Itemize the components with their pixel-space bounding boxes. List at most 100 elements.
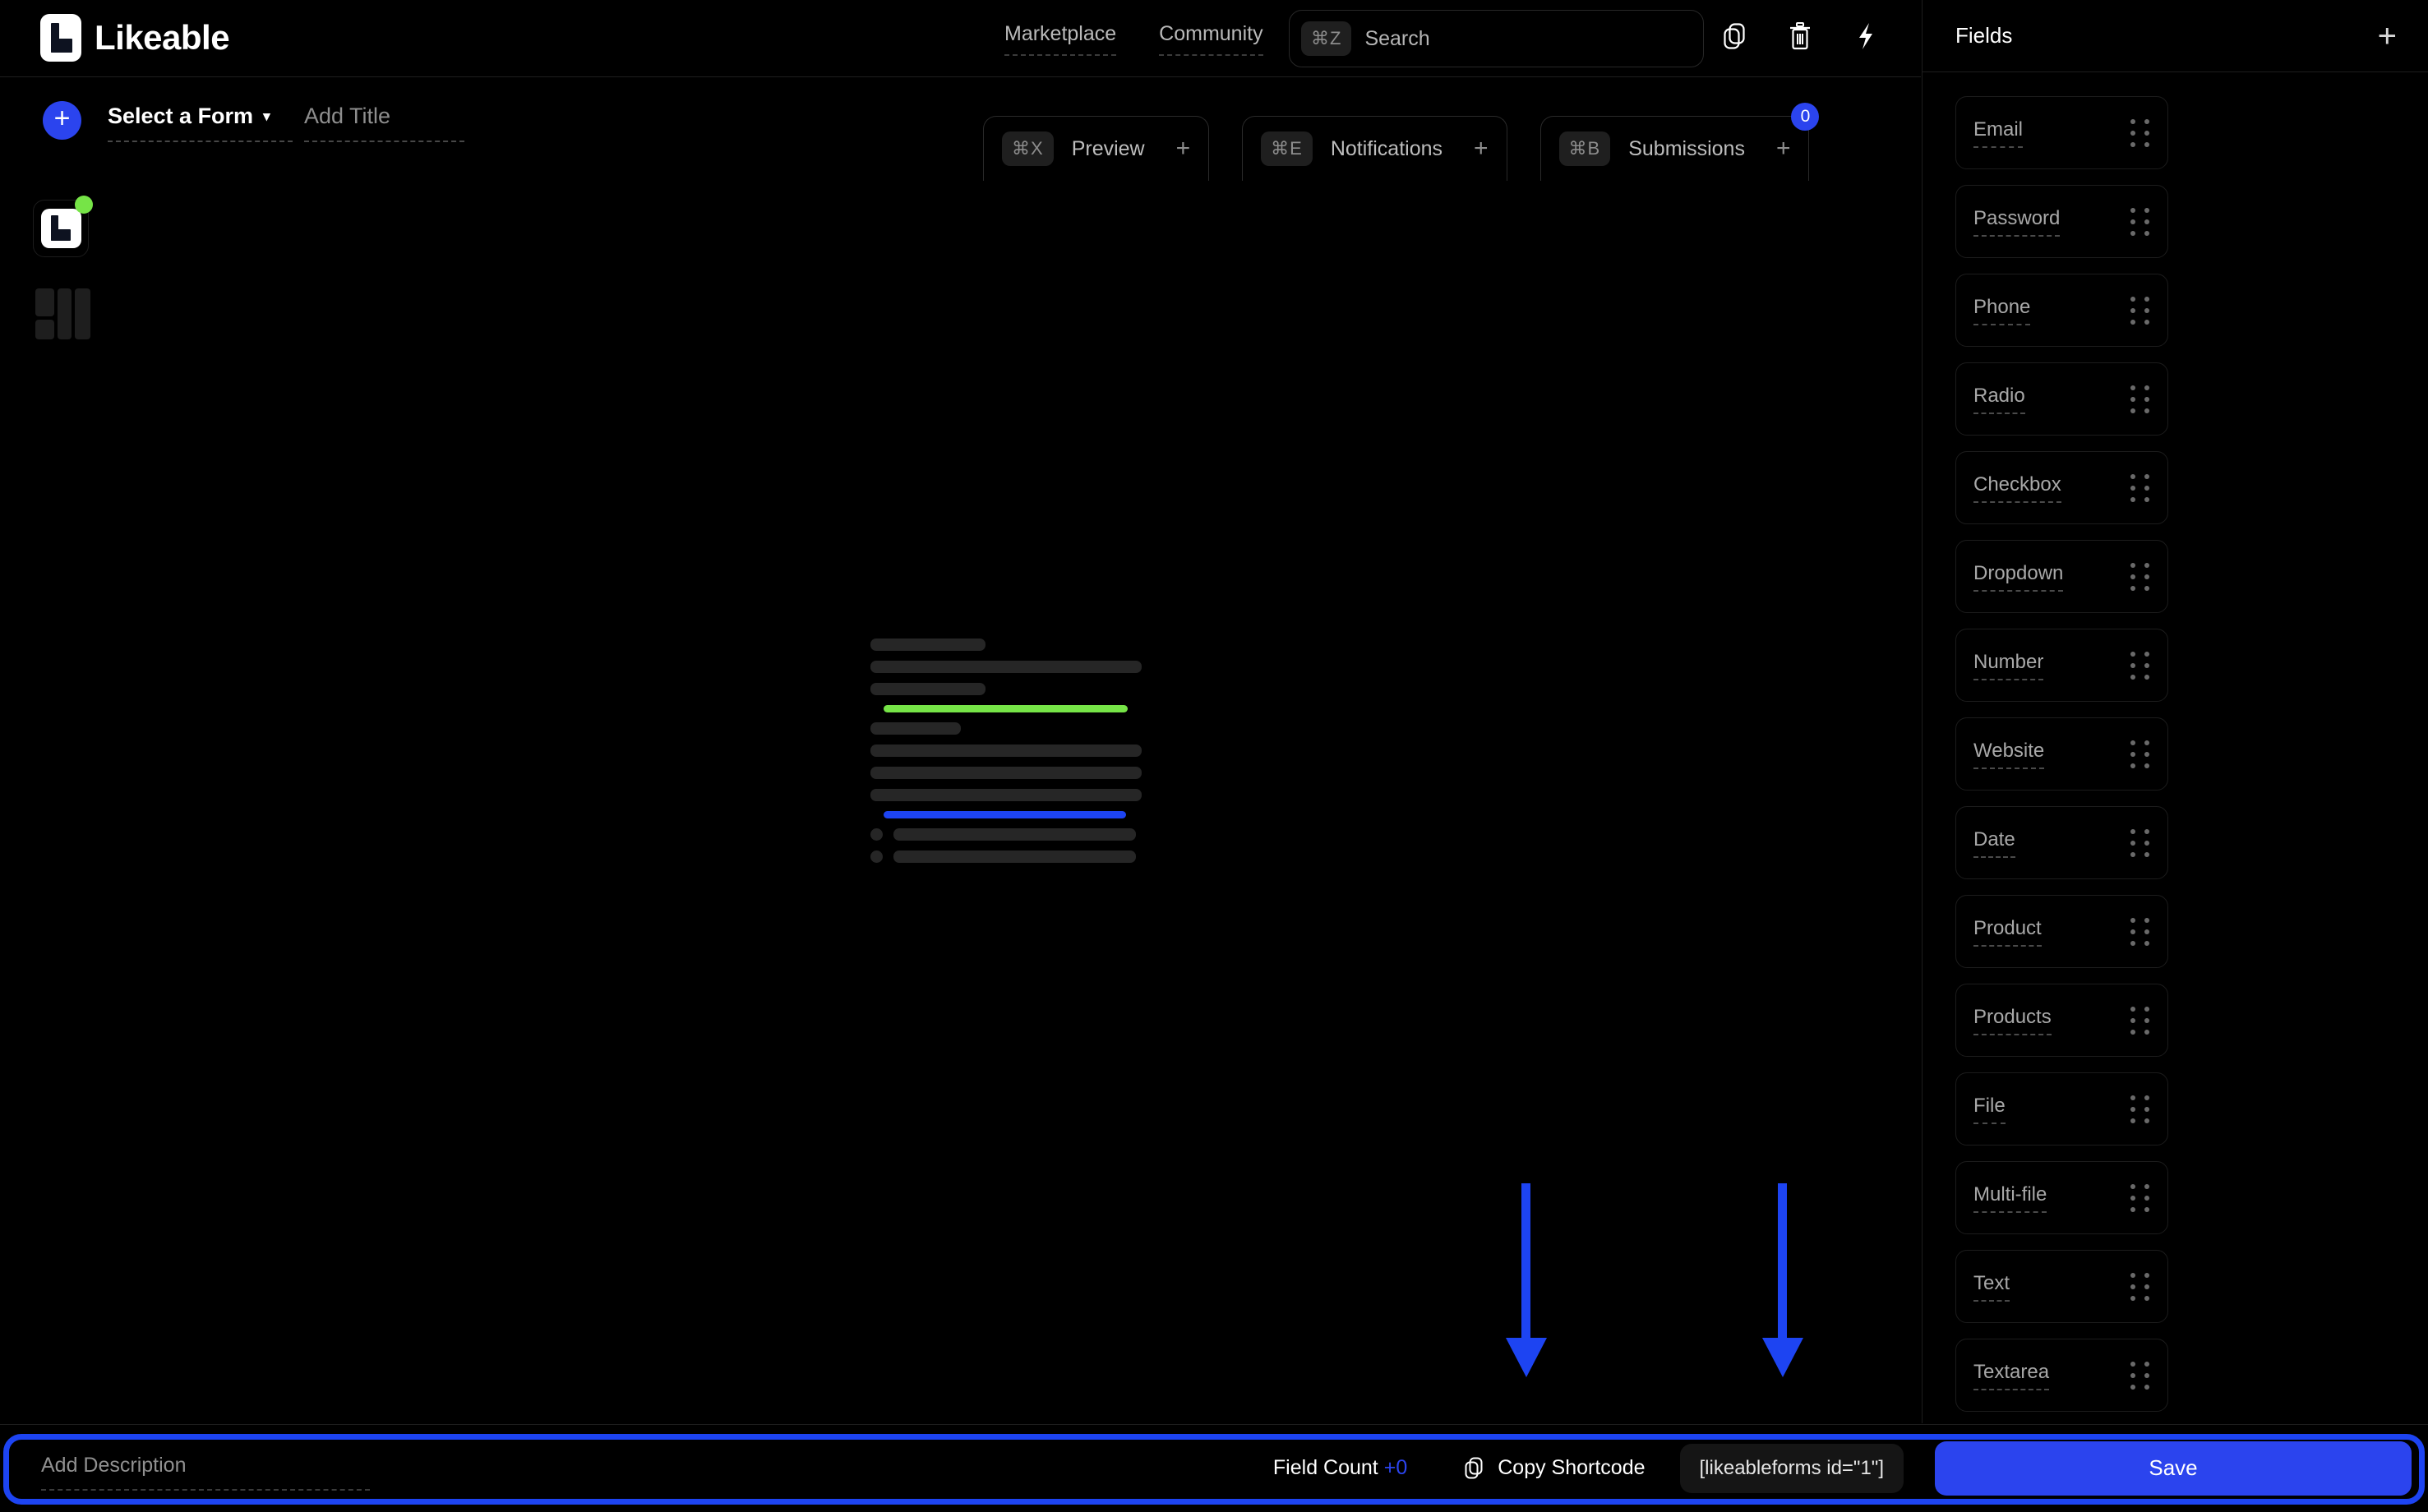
top-icon-group <box>1718 18 1882 54</box>
field-card-email[interactable]: Email <box>1955 96 2168 169</box>
brand-name: Likeable <box>95 18 230 57</box>
form-description-input[interactable]: Add Description <box>41 1454 370 1491</box>
annotation-arrow-to-save <box>1762 1183 1803 1377</box>
field-label: Phone <box>1973 296 2031 325</box>
field-label: Products <box>1973 1006 2052 1035</box>
duplicate-icon[interactable] <box>1718 18 1751 54</box>
nav-item-community[interactable]: Community <box>1159 22 1263 56</box>
field-card-checkbox[interactable]: Checkbox <box>1955 451 2168 524</box>
field-label: Textarea <box>1973 1361 2050 1390</box>
field-label: Text <box>1973 1272 2010 1302</box>
rail-item-layout-grid[interactable] <box>33 285 90 343</box>
rail-item-likeable-logo[interactable] <box>33 196 93 257</box>
field-label: Dropdown <box>1973 562 2064 592</box>
drag-handle-icon[interactable] <box>2130 207 2149 236</box>
tab-submissions-label: Submissions <box>1628 136 1745 160</box>
add-form-button[interactable]: + <box>43 101 81 140</box>
form-select-label: Select a Form <box>108 104 254 128</box>
field-card-password[interactable]: Password <box>1955 185 2168 258</box>
drag-handle-icon[interactable] <box>2130 1183 2149 1212</box>
field-card-number[interactable]: Number <box>1955 629 2168 702</box>
tab-notifications[interactable]: ⌘E Notifications + <box>1242 116 1507 181</box>
skeleton-bullet <box>870 850 883 863</box>
online-status-dot <box>75 196 93 214</box>
tab-preview-shortcut: ⌘X <box>1002 131 1054 166</box>
add-field-icon[interactable]: + <box>2378 20 2397 53</box>
drag-handle-icon[interactable] <box>2130 651 2149 680</box>
skeleton-line <box>870 661 1142 673</box>
skeleton-line <box>893 850 1136 863</box>
skeleton-line <box>870 789 1142 801</box>
search-shortcut-badge: ⌘Z <box>1301 21 1352 56</box>
tab-preview-add-icon[interactable]: + <box>1176 136 1191 161</box>
field-card-dropdown[interactable]: Dropdown <box>1955 540 2168 613</box>
skeleton-accent-line-green <box>884 705 1128 712</box>
likeable-logo-icon <box>40 209 81 248</box>
field-label: Date <box>1973 828 2015 858</box>
drag-handle-icon[interactable] <box>2130 1095 2149 1123</box>
grid-cell <box>35 320 54 339</box>
skeleton-line <box>870 638 986 651</box>
field-card-radio[interactable]: Radio <box>1955 362 2168 436</box>
field-card-multi-file[interactable]: Multi-file <box>1955 1161 2168 1234</box>
drag-handle-icon[interactable] <box>2130 917 2149 946</box>
field-card-text[interactable]: Text <box>1955 1250 2168 1323</box>
left-rail <box>33 196 93 343</box>
form-title-input[interactable]: Add Title <box>304 104 464 142</box>
skeleton-bullet-row <box>870 850 1150 863</box>
tab-submissions-shortcut: ⌘B <box>1558 131 1611 166</box>
tab-notifications-shortcut: ⌘E <box>1261 131 1313 166</box>
copy-shortcode-label: Copy Shortcode <box>1498 1456 1646 1479</box>
app-root: Likeable Marketplace Community ⌘Z Search… <box>0 0 2428 1512</box>
tab-submissions-add-icon[interactable]: + <box>1776 136 1791 161</box>
tab-notifications-add-icon[interactable]: + <box>1474 136 1489 161</box>
brand: Likeable <box>40 14 230 62</box>
tab-notifications-label: Notifications <box>1330 136 1442 160</box>
tab-preview-label: Preview <box>1071 136 1145 160</box>
drag-handle-icon[interactable] <box>2130 1361 2149 1390</box>
drag-handle-icon[interactable] <box>2130 296 2149 325</box>
form-select-dropdown[interactable]: Select a Form ▾ <box>108 104 293 142</box>
lightning-icon[interactable] <box>1849 18 1882 54</box>
copy-icon <box>1465 1457 1483 1478</box>
drag-handle-icon[interactable] <box>2130 1006 2149 1035</box>
field-card-products[interactable]: Products <box>1955 984 2168 1057</box>
field-label: Number <box>1973 651 2044 680</box>
field-card-product[interactable]: Product <box>1955 895 2168 968</box>
drag-handle-icon[interactable] <box>2130 1272 2149 1301</box>
field-label: Radio <box>1973 385 2025 414</box>
drag-handle-icon[interactable] <box>2130 473 2149 502</box>
top-nav: Marketplace Community <box>1004 22 1263 56</box>
search-bar[interactable]: ⌘Z Search <box>1289 10 1704 67</box>
drag-handle-icon[interactable] <box>2130 562 2149 591</box>
field-card-website[interactable]: Website <box>1955 717 2168 791</box>
shortcode-chip[interactable]: [likeableforms id="1"] <box>1679 1443 1904 1493</box>
skeleton-bullet <box>870 828 883 841</box>
tab-submissions[interactable]: ⌘B Submissions + 0 <box>1539 103 1820 181</box>
drag-handle-icon[interactable] <box>2130 118 2149 147</box>
save-button[interactable]: Save <box>1935 1441 2412 1496</box>
grid-cell <box>75 288 90 339</box>
skeleton-accent-line-blue <box>884 811 1126 818</box>
skeleton-line <box>870 744 1142 757</box>
trash-icon[interactable] <box>1784 18 1816 54</box>
copy-shortcode-button[interactable]: Copy Shortcode <box>1465 1456 1646 1480</box>
skeleton-line <box>893 828 1136 841</box>
form-preview-skeleton <box>870 638 1150 873</box>
drag-handle-icon[interactable] <box>2130 828 2149 857</box>
fields-panel-header: Fields + <box>1923 0 2428 72</box>
field-count-value: +0 <box>1383 1456 1408 1479</box>
field-label: Multi-file <box>1973 1183 2047 1213</box>
field-card-file[interactable]: File <box>1955 1072 2168 1146</box>
chevron-down-icon: ▾ <box>263 108 270 124</box>
skeleton-line <box>870 683 986 695</box>
search-input-placeholder[interactable]: Search <box>1364 27 1429 51</box>
field-card-date[interactable]: Date <box>1955 806 2168 879</box>
field-card-textarea[interactable]: Textarea <box>1955 1339 2168 1412</box>
tab-preview[interactable]: ⌘X Preview + <box>983 116 1210 181</box>
field-count-status: Field Count +0 <box>1273 1456 1407 1480</box>
drag-handle-icon[interactable] <box>2130 740 2149 768</box>
field-card-phone[interactable]: Phone <box>1955 274 2168 347</box>
drag-handle-icon[interactable] <box>2130 385 2149 413</box>
nav-item-marketplace[interactable]: Marketplace <box>1004 22 1117 56</box>
